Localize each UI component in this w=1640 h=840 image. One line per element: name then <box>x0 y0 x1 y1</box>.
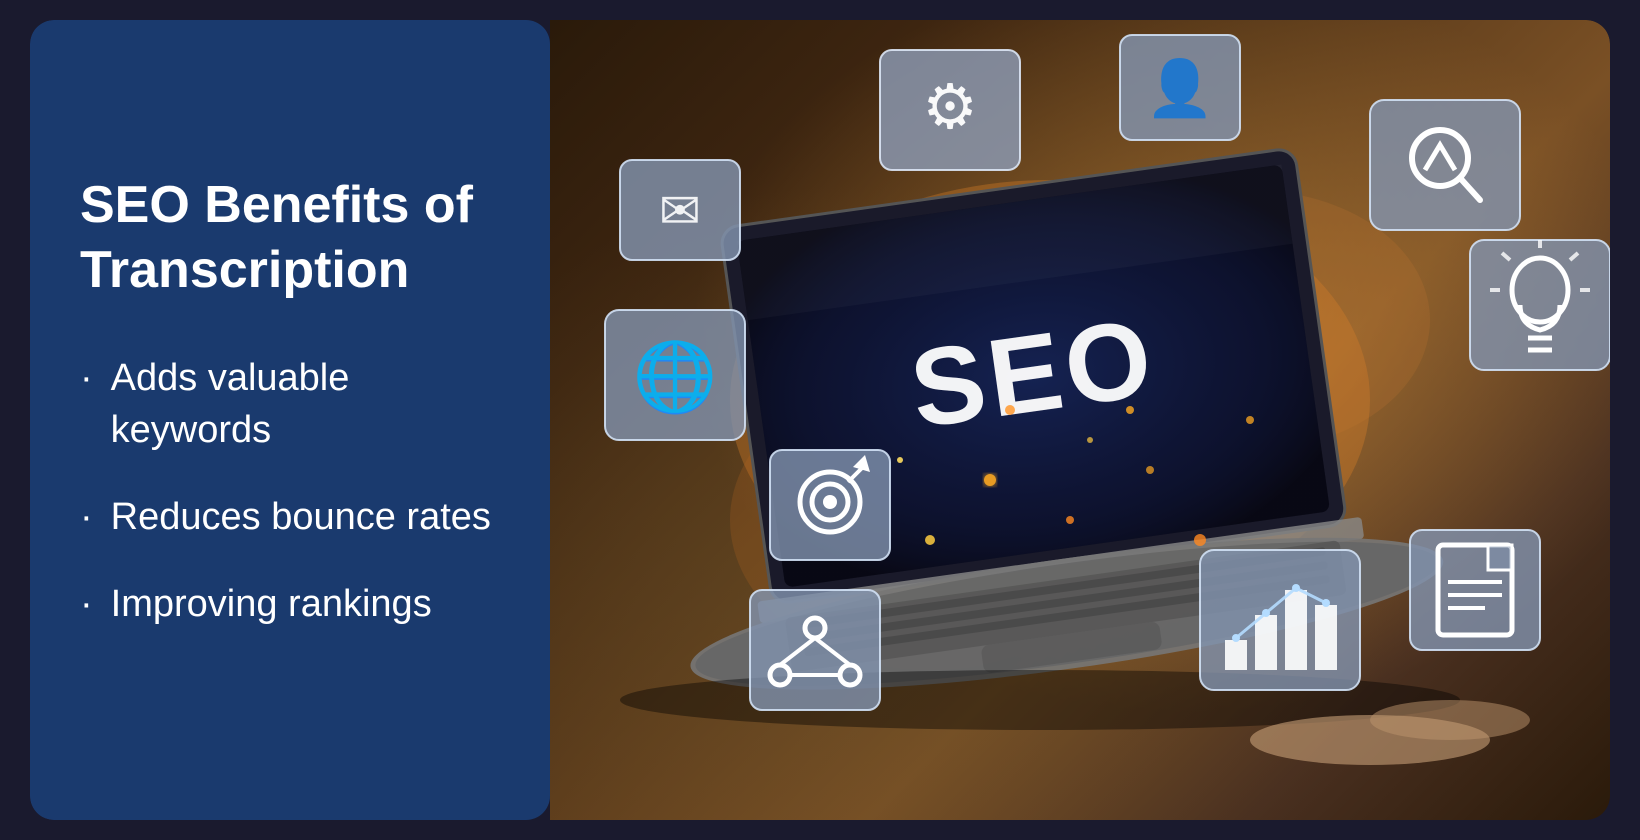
title-line1: SEO Benefits of <box>80 176 473 234</box>
bullet-dot-2: · <box>80 492 93 543</box>
svg-text:⚙: ⚙ <box>922 73 978 142</box>
page-title: SEO Benefits of Transcription <box>80 173 500 303</box>
right-panel: SEO <box>550 20 1610 820</box>
bullet-dot-3: · <box>80 579 93 630</box>
bullet-list: · Adds valuable keywords · Reduces bounc… <box>80 353 500 666</box>
bullet-text-rankings: Improving rankings <box>111 579 432 630</box>
title-line2: Transcription <box>80 241 409 299</box>
svg-text:👤: 👤 <box>1146 57 1214 120</box>
main-container: SEO Benefits of Transcription · Adds val… <box>30 20 1610 820</box>
left-panel: SEO Benefits of Transcription · Adds val… <box>30 20 550 820</box>
svg-text:✉: ✉ <box>659 183 701 239</box>
bullet-item-keywords: · Adds valuable keywords <box>80 353 500 456</box>
bullet-item-bounce: · Reduces bounce rates <box>80 492 500 543</box>
bullet-text-keywords: Adds valuable keywords <box>111 353 500 456</box>
bullet-dot-1: · <box>80 353 93 404</box>
bullet-text-bounce: Reduces bounce rates <box>111 492 491 543</box>
seo-illustration: SEO <box>550 20 1610 820</box>
seo-background: SEO <box>550 20 1610 820</box>
bullet-item-rankings: · Improving rankings <box>80 579 500 630</box>
svg-text:🌐: 🌐 <box>633 338 718 415</box>
